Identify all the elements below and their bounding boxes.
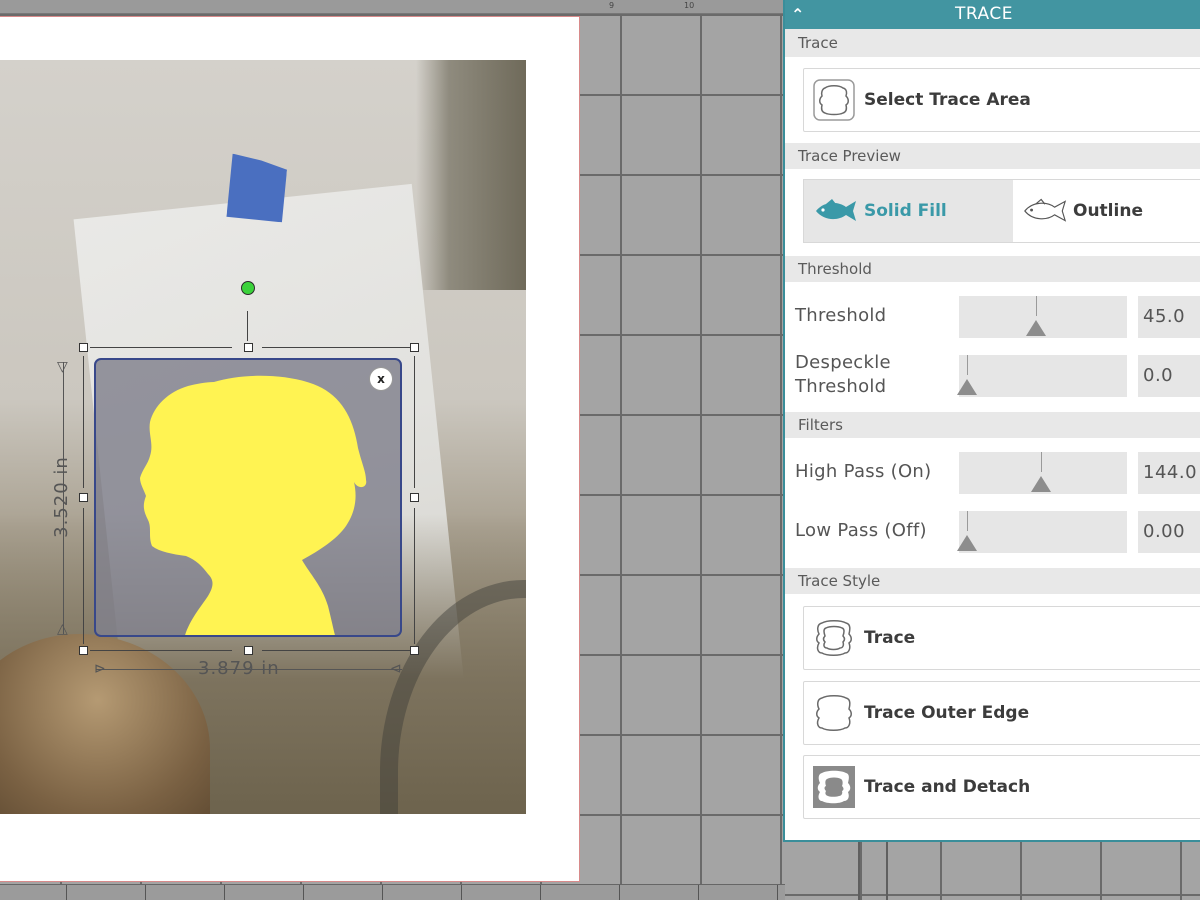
selection-line xyxy=(90,650,232,651)
low-pass-row: Low Pass (Off) 0.00 xyxy=(785,511,1200,570)
low-pass-value[interactable]: 0.00 xyxy=(1138,511,1200,553)
solid-fill-label: Solid Fill xyxy=(864,201,947,221)
selection-line xyxy=(262,347,410,348)
threshold-value[interactable]: 45.0 xyxy=(1138,296,1200,338)
trace-cloud-icon xyxy=(812,616,856,660)
solid-fill-option[interactable]: Solid Fill xyxy=(804,180,1013,242)
trace-button[interactable]: Trace xyxy=(803,606,1200,670)
high-pass-row: High Pass (On) 144.0 xyxy=(785,452,1200,511)
slider-thumb[interactable] xyxy=(1026,320,1046,336)
top-ruler: 9 10 xyxy=(0,0,785,14)
despeckle-row: Despeckle Threshold 0.0 xyxy=(785,352,1200,414)
section-trace-preview-body: Solid Fill Outline xyxy=(785,169,1200,256)
width-dimension-label: 3.879 in xyxy=(198,658,280,679)
selection-line xyxy=(90,347,232,348)
photo-blue-tape xyxy=(226,154,287,223)
resize-handle-bottom-left[interactable] xyxy=(79,646,88,655)
section-threshold: Threshold xyxy=(785,256,1200,282)
close-icon[interactable]: x xyxy=(370,368,392,390)
selection-line xyxy=(83,356,84,488)
resize-handle-top-right[interactable] xyxy=(410,343,419,352)
bottom-ruler xyxy=(0,884,785,900)
trace-and-detach-label: Trace and Detach xyxy=(864,777,1031,797)
scrollbar-track[interactable] xyxy=(858,842,888,900)
high-pass-slider[interactable] xyxy=(959,452,1127,494)
resize-handle-top-left[interactable] xyxy=(79,343,88,352)
arrow-left-icon: ⊳ xyxy=(94,661,106,677)
section-threshold-body: Threshold 45.0 Despeckle Threshold 0.0 xyxy=(785,282,1200,412)
section-trace-body: Select Trace Area xyxy=(785,57,1200,143)
rotate-stem xyxy=(247,311,248,341)
slider-tick xyxy=(1036,296,1037,316)
low-pass-label: Low Pass (Off) xyxy=(795,520,927,541)
panel-title: TRACE xyxy=(955,4,1013,24)
ruler-number: 10 xyxy=(684,1,695,10)
trace-outer-edge-button[interactable]: Trace Outer Edge xyxy=(803,681,1200,745)
preview-toggle: Solid Fill Outline xyxy=(803,179,1200,243)
outline-option[interactable]: Outline xyxy=(1013,180,1200,242)
select-trace-area-button[interactable]: Select Trace Area xyxy=(803,68,1200,132)
section-trace-style-body: Trace Trace Outer Edge Trace and Detach xyxy=(785,594,1200,819)
low-pass-slider[interactable] xyxy=(957,511,1127,553)
panel-header: ⌃ TRACE xyxy=(785,0,1200,29)
slider-tick xyxy=(967,511,968,531)
trace-label: Trace xyxy=(864,628,916,648)
trace-detach-icon xyxy=(812,765,856,809)
high-pass-label: High Pass (On) xyxy=(795,461,932,482)
threshold-slider[interactable] xyxy=(959,296,1127,338)
slider-thumb[interactable] xyxy=(957,379,977,395)
threshold-label: Threshold xyxy=(795,305,887,326)
fish-outline-icon xyxy=(1021,196,1069,226)
despeckle-label-line1: Despeckle xyxy=(795,352,891,373)
trace-area-icon xyxy=(812,78,856,122)
select-trace-area-label: Select Trace Area xyxy=(864,90,1031,110)
height-dimension-label: 3.520 in xyxy=(51,456,72,538)
resize-handle-bottom[interactable] xyxy=(244,646,253,655)
section-trace-style: Trace Style xyxy=(785,568,1200,594)
resize-handle-right[interactable] xyxy=(410,493,419,502)
section-filters: Filters xyxy=(785,412,1200,438)
slider-tick xyxy=(1041,452,1042,472)
trace-panel: ⌃ TRACE Trace Select Trace Area Trace Pr… xyxy=(783,0,1200,842)
resize-handle-bottom-right[interactable] xyxy=(410,646,419,655)
selection-line xyxy=(414,356,415,488)
rotate-handle[interactable] xyxy=(241,281,255,295)
despeckle-label-line2: Threshold xyxy=(795,376,887,397)
despeckle-value[interactable]: 0.0 xyxy=(1138,355,1200,397)
fish-solid-icon xyxy=(812,196,860,226)
traced-silhouette xyxy=(140,375,367,635)
threshold-row: Threshold 45.0 xyxy=(785,296,1200,355)
slider-thumb[interactable] xyxy=(1031,476,1051,492)
selection-line xyxy=(262,650,410,651)
arrow-right-icon: ⊲ xyxy=(390,661,402,677)
high-pass-value[interactable]: 144.0 xyxy=(1138,452,1200,494)
arrow-down-icon: △ xyxy=(57,621,68,637)
section-filters-body: High Pass (On) 144.0 Low Pass (Off) 0.00 xyxy=(785,438,1200,568)
selection-line xyxy=(83,508,84,644)
outline-label: Outline xyxy=(1073,201,1143,221)
slider-tick xyxy=(967,355,968,375)
photo-shadow xyxy=(416,60,526,290)
section-trace: Trace xyxy=(785,29,1200,57)
trace-outer-edge-label: Trace Outer Edge xyxy=(864,703,1030,723)
trace-outer-edge-icon xyxy=(812,691,856,735)
resize-handle-top[interactable] xyxy=(244,343,253,352)
slider-thumb[interactable] xyxy=(957,535,977,551)
selection-line xyxy=(414,508,415,644)
trace-area-selection[interactable]: x xyxy=(94,358,402,637)
trace-and-detach-button[interactable]: Trace and Detach xyxy=(803,755,1200,819)
resize-handle-left[interactable] xyxy=(79,493,88,502)
chevron-up-icon[interactable]: ⌃ xyxy=(791,0,805,29)
arrow-up-icon: ▽ xyxy=(57,359,68,375)
section-trace-preview: Trace Preview xyxy=(785,143,1200,169)
despeckle-slider[interactable] xyxy=(957,355,1127,397)
ruler-number: 9 xyxy=(609,1,615,10)
